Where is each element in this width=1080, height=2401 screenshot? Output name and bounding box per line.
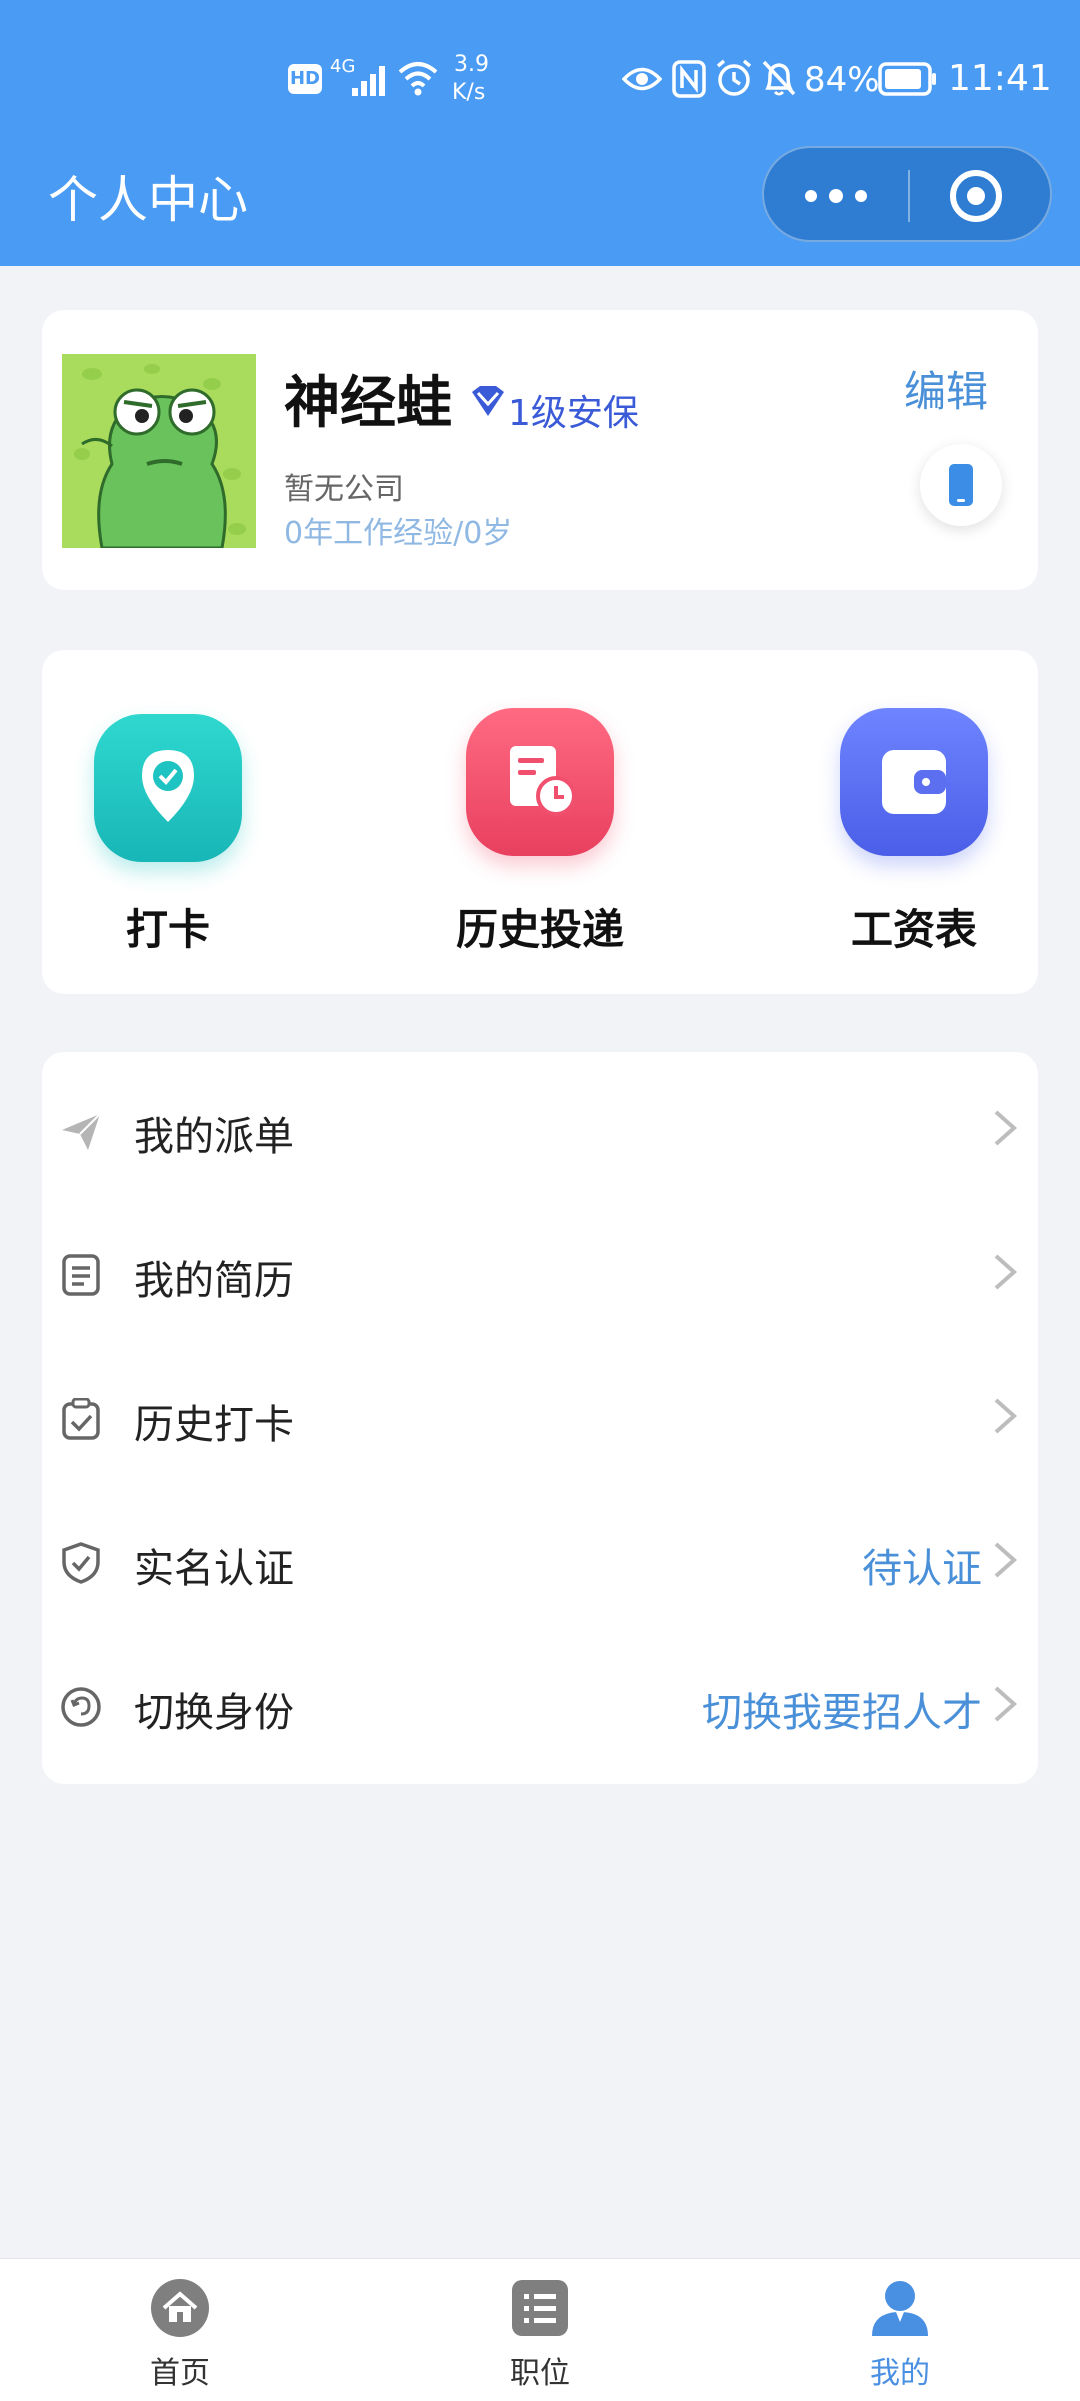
document-clock-icon <box>466 708 614 856</box>
clipboard-check-icon <box>62 1398 100 1440</box>
tab-label: 首页 <box>150 2356 210 2391</box>
close-miniprogram-button[interactable] <box>950 170 1002 222</box>
nfc-icon <box>672 60 706 98</box>
chevron-right-icon <box>994 1254 1018 1290</box>
alarm-icon <box>716 59 752 96</box>
document-icon <box>62 1254 100 1296</box>
chevron-right-icon <box>994 1542 1018 1578</box>
chevron-right-icon <box>994 1686 1018 1722</box>
eye-icon <box>622 67 662 91</box>
mute-bell-icon <box>762 60 796 96</box>
phone-icon <box>949 464 973 506</box>
experience-text: 0年工作经验/0岁 <box>284 516 513 551</box>
chevron-right-icon <box>994 1398 1018 1434</box>
chevron-right-icon <box>994 1110 1018 1146</box>
switch-icon <box>61 1687 101 1727</box>
signal-icon <box>352 66 385 96</box>
edit-profile-link[interactable]: 编辑 <box>904 358 988 419</box>
tab-jobs[interactable]: 职位 <box>440 2272 640 2391</box>
clock: 11:41 <box>948 58 1052 99</box>
list-icon <box>512 2280 568 2336</box>
tab-home[interactable]: 首页 <box>80 2272 280 2391</box>
verify-status: 待认证 <box>862 1546 982 1592</box>
phone-button[interactable] <box>920 444 1002 526</box>
net-speed-value: 3.9 <box>454 52 489 77</box>
miniprogram-capsule <box>762 146 1052 242</box>
menu-item-label: 切换身份 <box>134 1690 294 1736</box>
shield-check-icon <box>62 1542 100 1584</box>
paper-plane-icon <box>62 1113 101 1150</box>
tab-label: 职位 <box>510 2356 570 2391</box>
user-icon <box>872 2281 928 2336</box>
tab-mine[interactable]: 我的 <box>800 2272 1000 2391</box>
user-name: 神经蛙 <box>284 371 452 436</box>
wallet-icon <box>840 708 988 856</box>
wifi-icon <box>398 62 438 96</box>
tab-label: 我的 <box>870 2356 930 2391</box>
quick-action-checkin[interactable]: 打卡 <box>38 706 298 956</box>
quick-action-payroll[interactable]: 工资表 <box>784 700 1044 956</box>
switch-identity-link[interactable]: 切换我要招人才 <box>600 1680 982 1738</box>
quick-action-history-delivery[interactable]: 历史投递 <box>410 700 670 956</box>
diamond-badge-icon <box>472 386 504 416</box>
location-check-icon <box>94 714 242 862</box>
quick-action-label: 工资表 <box>850 905 977 954</box>
battery-icon <box>878 62 936 96</box>
menu-item-label: 我的派单 <box>134 1114 294 1160</box>
hd-icon: HD <box>288 64 322 94</box>
quick-action-label: 历史投递 <box>455 905 624 954</box>
menu-item-label: 历史打卡 <box>134 1402 294 1448</box>
level-badge: 1级安保 <box>508 393 639 434</box>
avatar[interactable] <box>62 354 256 548</box>
company-text: 暂无公司 <box>284 472 404 507</box>
status-bar: HD 4G 3.9 K/s 84% 11:41 <box>0 40 1080 120</box>
more-menu-button[interactable] <box>764 148 908 244</box>
menu-item-label: 实名认证 <box>134 1546 294 1592</box>
quick-action-label: 打卡 <box>125 905 210 954</box>
battery-percent: 84% <box>804 60 880 100</box>
net-speed-unit: K/s <box>452 80 486 105</box>
home-icon <box>151 2279 209 2337</box>
menu-item-label: 我的简历 <box>134 1258 294 1304</box>
page-title: 个人中心 <box>48 171 248 229</box>
